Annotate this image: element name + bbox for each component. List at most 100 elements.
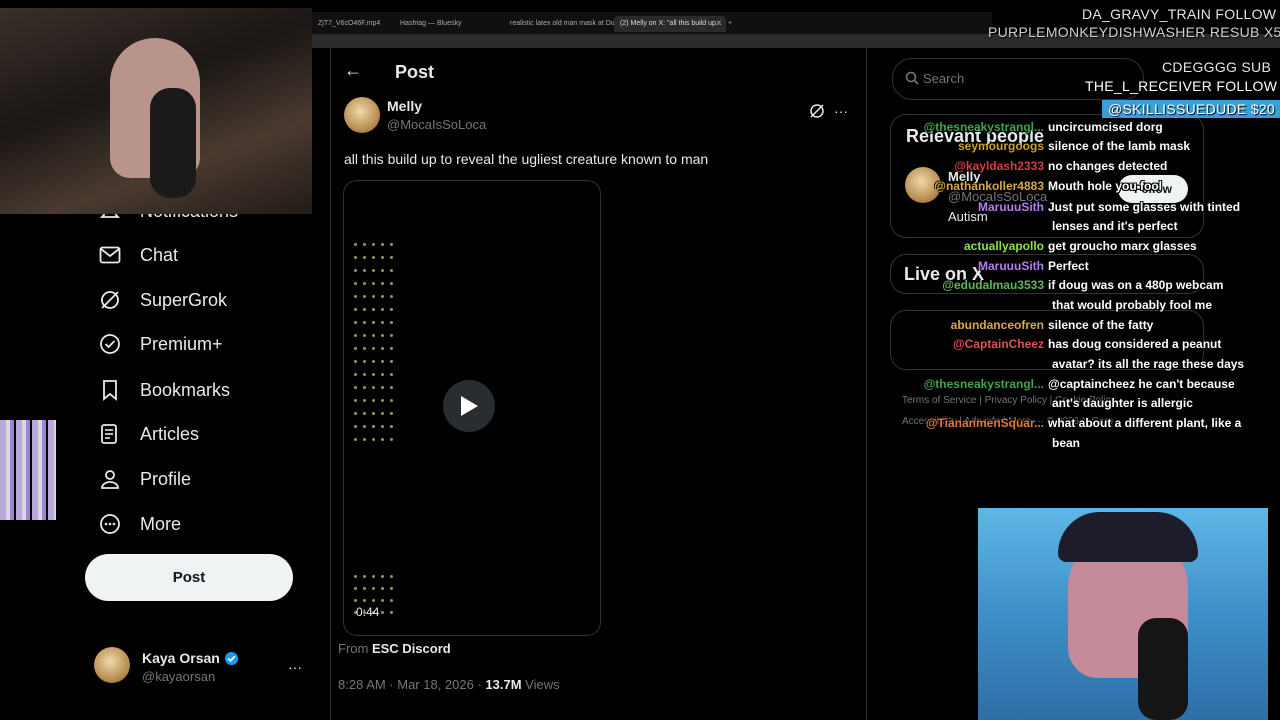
nav-articles[interactable]: Articles	[98, 419, 199, 449]
chat-username: @thesneakystrangl...	[923, 120, 1044, 134]
video-dot	[372, 321, 375, 324]
chat-username: @kayldash2333	[954, 159, 1044, 173]
nav-chat[interactable]: Chat	[98, 240, 178, 270]
video-dot	[354, 425, 357, 428]
video-dot	[381, 373, 384, 376]
video-dot	[354, 599, 357, 602]
video-dot	[363, 575, 366, 578]
video-dot	[363, 360, 366, 363]
video-dot	[372, 425, 375, 428]
video-dot	[354, 360, 357, 363]
video-dot	[381, 347, 384, 350]
chat-message: no changes detected	[1048, 159, 1168, 173]
nav-supergrok[interactable]: SuperGrok	[98, 285, 227, 315]
grok-icon	[98, 288, 122, 312]
video-dot	[390, 282, 393, 285]
video-dot	[363, 308, 366, 311]
chat-message: that would probably fool me	[1052, 298, 1212, 312]
video-dot	[390, 399, 393, 402]
chat-message: Mouth hole you fool	[1048, 179, 1162, 193]
video-dot	[390, 256, 393, 259]
more-options-icon[interactable]: ···	[834, 103, 848, 119]
play-button[interactable]	[443, 380, 495, 432]
video-dot	[390, 386, 393, 389]
video-dot	[363, 373, 366, 376]
video-dot	[354, 373, 357, 376]
video-dot	[390, 360, 393, 363]
chat-message: avatar? its all the rage these days	[1052, 357, 1245, 371]
chat-message: ant's daughter is allergic	[1052, 396, 1193, 410]
browser-tab[interactable]: Hashtag — Bluesky	[394, 16, 467, 32]
video-dot	[390, 587, 393, 590]
video-dot	[390, 575, 393, 578]
video-dot	[363, 599, 366, 602]
video-dot	[381, 295, 384, 298]
video-dot	[390, 438, 393, 441]
post-meta: 8:28 AM · Mar 18, 2026 · 13.7M Views	[338, 677, 560, 692]
back-icon[interactable]: ←	[344, 60, 362, 81]
video-duration: 0:44	[356, 605, 380, 619]
author-avatar[interactable]	[344, 97, 380, 133]
views-count: 13.7M	[485, 677, 522, 692]
video-dot	[354, 295, 357, 298]
chat-username: actuallyapollo	[963, 239, 1044, 253]
nav-premium[interactable]: Premium+	[98, 329, 223, 359]
author-handle[interactable]: @MocaIsSoLoca	[387, 117, 486, 132]
video-dot	[363, 334, 366, 337]
account-menu-icon[interactable]: ···	[288, 659, 302, 675]
video-dot	[381, 269, 384, 272]
video-dot	[381, 360, 384, 363]
video-dot	[354, 438, 357, 441]
new-tab-button[interactable]: +	[722, 16, 738, 32]
grok-icon[interactable]	[809, 103, 825, 124]
search-placeholder: Search	[923, 71, 965, 86]
video-dot	[372, 386, 375, 389]
nav-label: Chat	[140, 244, 179, 265]
video-dot	[354, 321, 357, 324]
alert-line: PURPLEMONKEYDISHWASHER RESUB X56	[988, 24, 1280, 40]
guest-webcam	[978, 508, 1268, 720]
verified-icon	[224, 651, 238, 665]
video-dot	[372, 282, 375, 285]
chat-message: bean	[1052, 436, 1081, 450]
video-dot	[390, 412, 393, 415]
video-dot	[390, 599, 393, 602]
nav-label: SuperGrok	[140, 289, 228, 310]
chat-username: abundanceofren	[950, 318, 1044, 332]
post-button[interactable]: Post	[85, 554, 293, 601]
nav-profile[interactable]: Profile	[98, 464, 191, 494]
footer-link[interactable]: Privacy Policy	[985, 395, 1047, 406]
video-dot	[363, 282, 366, 285]
video-dot	[363, 269, 366, 272]
video-dot	[354, 269, 357, 272]
nav-bookmarks[interactable]: Bookmarks	[98, 375, 230, 405]
video-dot	[354, 347, 357, 350]
video-dot	[390, 295, 393, 298]
chat-message: lenses and it's perfect	[1052, 219, 1178, 233]
nav-label: Premium+	[140, 333, 223, 354]
post-timestamp[interactable]: 8:28 AM · Mar 18, 2026 ·	[338, 677, 485, 692]
browser-tab[interactable]: ZjT7_V6cO46F.mp4	[312, 16, 386, 32]
views-label: Views	[521, 677, 560, 692]
source-prefix: From	[338, 641, 369, 656]
alert-line: @SKILLISSUEDUDE $20	[1102, 100, 1280, 118]
account-avatar[interactable]	[94, 647, 130, 683]
chat-message: has doug considered a peanut	[1048, 337, 1222, 351]
chat-message: uncircumcised dorg	[1048, 120, 1163, 134]
author-name[interactable]: Melly	[387, 98, 422, 114]
video-dot	[372, 347, 375, 350]
nav-label: More	[140, 513, 182, 534]
source-link[interactable]: ESC Discord	[372, 641, 451, 656]
video-dot	[363, 425, 366, 428]
footer-link[interactable]: Terms of Service	[902, 395, 976, 406]
nav-more[interactable]: More	[98, 509, 181, 539]
video-dot	[381, 334, 384, 337]
video-dot	[390, 321, 393, 324]
person-icon	[98, 467, 122, 491]
nav-label: Articles	[140, 423, 200, 444]
video-dot	[372, 575, 375, 578]
streamer-webcam	[0, 8, 312, 214]
account-name: Kaya Orsan	[142, 650, 220, 666]
video-dot	[390, 347, 393, 350]
chat-username: @CaptainCheez	[952, 337, 1044, 351]
